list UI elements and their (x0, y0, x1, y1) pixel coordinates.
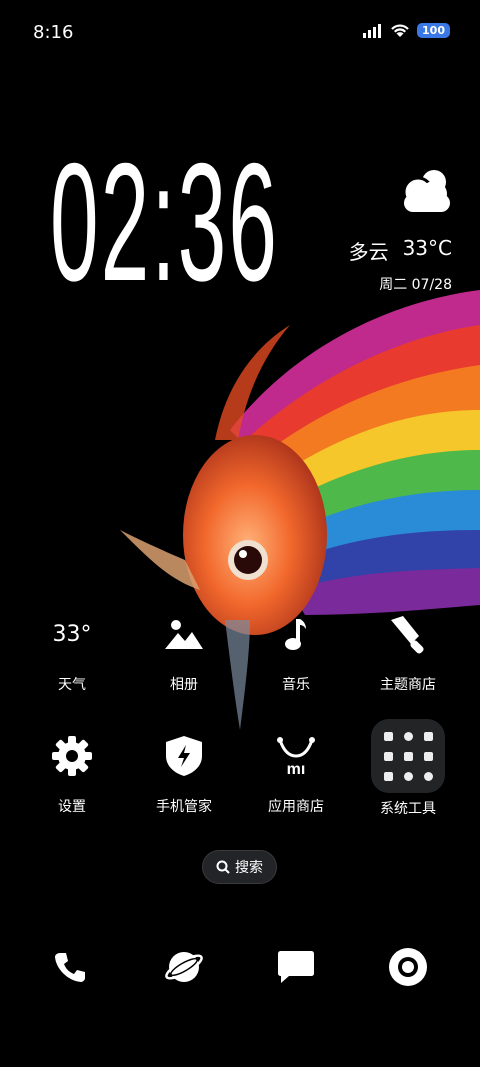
folder-icon (371, 719, 445, 793)
cellular-signal-icon (363, 23, 382, 38)
weather-temp-icon: 33° (52, 621, 92, 647)
mi-store-icon: mı (277, 737, 315, 776)
messages-icon (278, 951, 314, 983)
camera-icon (389, 948, 427, 986)
app-label: 手机管家 (156, 799, 212, 815)
dock-camera[interactable] (386, 945, 430, 989)
status-icons: 100 (363, 23, 450, 38)
search-button[interactable]: 搜索 (202, 850, 277, 884)
search-icon (216, 860, 230, 874)
battery-indicator: 100 (417, 23, 450, 38)
svg-text:mı: mı (287, 761, 306, 776)
app-settings[interactable]: 设置 (16, 728, 128, 816)
app-label: 主题商店 (380, 677, 436, 693)
app-label: 应用商店 (268, 799, 324, 815)
cloudy-weather-icon[interactable] (398, 168, 452, 214)
app-label: 系统工具 (380, 801, 436, 817)
app-label: 相册 (170, 677, 198, 693)
wifi-icon (391, 24, 409, 37)
music-note-icon (285, 619, 306, 650)
weather-condition: 多云 (348, 240, 389, 264)
shield-bolt-icon (166, 736, 202, 776)
app-security[interactable]: 手机管家 (128, 728, 240, 816)
weather-date: 周二 07/28 (379, 277, 452, 293)
status-time: 8:16 (33, 22, 74, 43)
app-store[interactable]: mı 应用商店 (240, 728, 352, 816)
dock-messages[interactable] (274, 945, 318, 989)
gear-icon (52, 736, 92, 776)
dock-phone[interactable] (48, 945, 92, 989)
app-system-tools-folder[interactable]: 系统工具 (352, 718, 464, 818)
app-label: 音乐 (282, 677, 310, 693)
app-theme-store[interactable]: 主题商店 (352, 606, 464, 694)
gallery-icon (165, 620, 203, 649)
search-label: 搜索 (235, 860, 263, 876)
dock-browser[interactable] (162, 945, 206, 989)
weather-condition-row[interactable]: 多云 33°C (349, 236, 452, 265)
app-gallery[interactable]: 相册 (128, 606, 240, 694)
paintbrush-icon (391, 616, 424, 654)
app-weather[interactable]: 33° 天气 (16, 606, 128, 694)
clock-widget[interactable]: 02:36 (50, 138, 279, 306)
app-label: 设置 (58, 799, 86, 815)
browser-planet-icon (165, 952, 203, 982)
app-music[interactable]: 音乐 (240, 606, 352, 694)
app-label: 天气 (58, 677, 86, 693)
weather-temperature: 33°C (402, 236, 452, 260)
phone-icon (55, 953, 85, 982)
